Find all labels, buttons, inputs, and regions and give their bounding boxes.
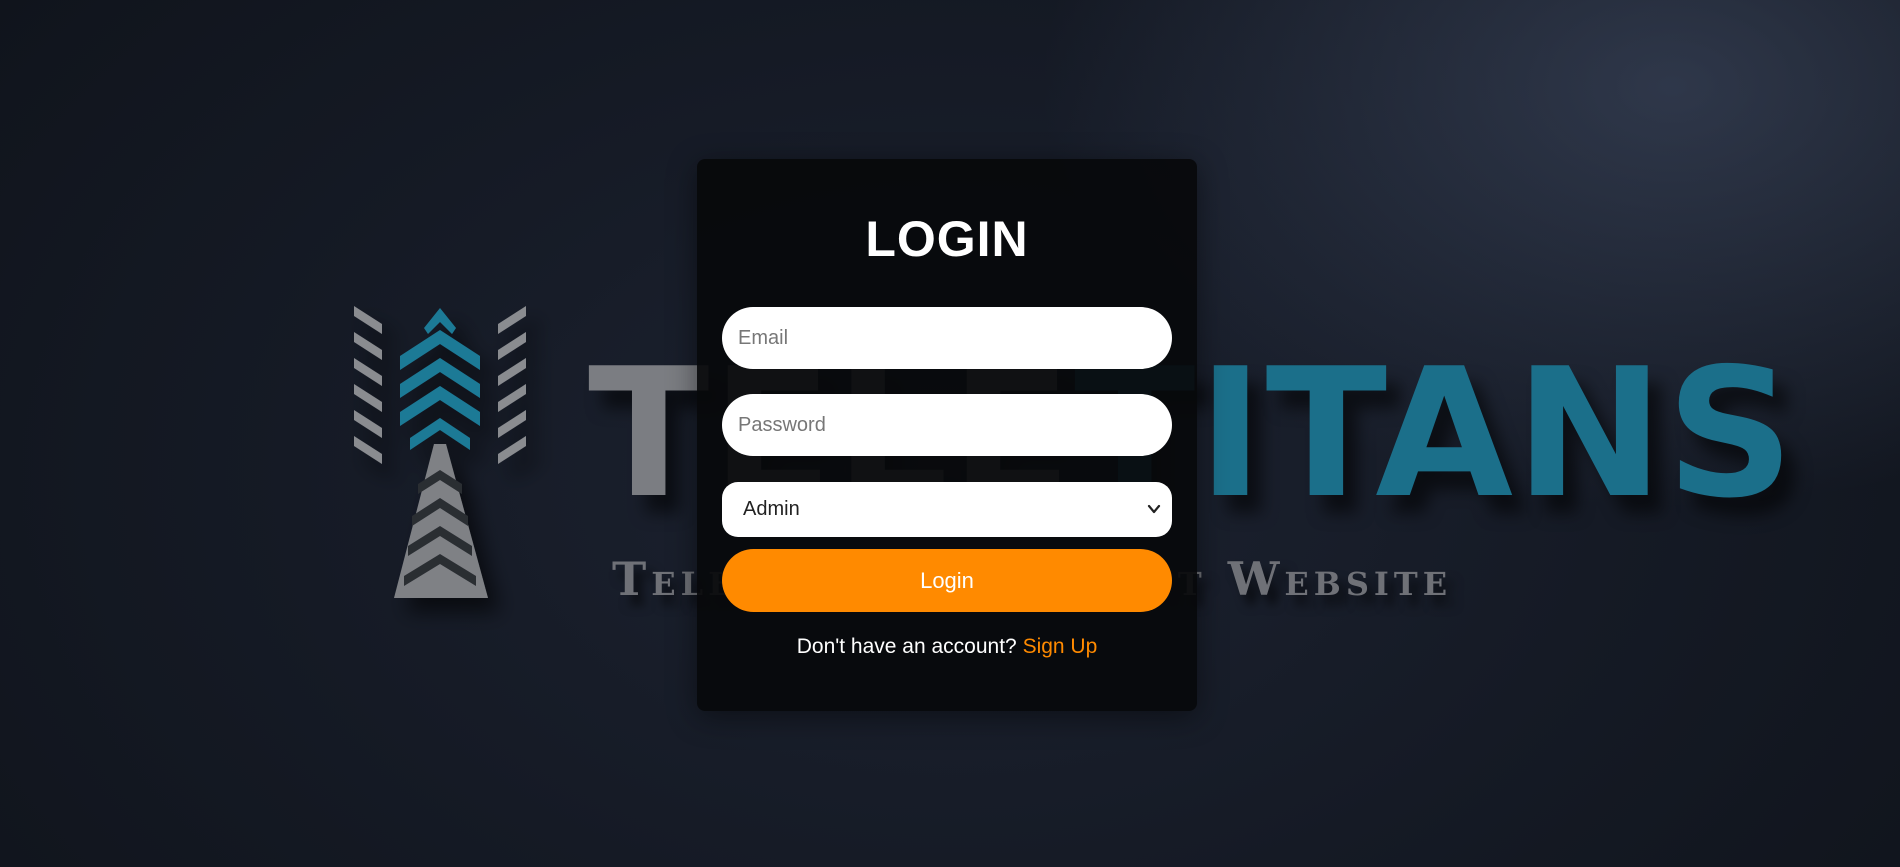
login-button[interactable]: Login (722, 549, 1172, 612)
signup-link[interactable]: Sign Up (1023, 635, 1098, 658)
email-field[interactable] (722, 307, 1172, 369)
login-card: LOGIN Admin Login Don't have an account?… (697, 159, 1197, 711)
chevron-down-icon (1147, 504, 1161, 514)
signup-prompt-line: Don't have an account? Sign Up (697, 634, 1197, 660)
role-select-value: Admin (743, 498, 800, 520)
role-select[interactable]: Admin (722, 482, 1172, 537)
login-title: LOGIN (865, 211, 1029, 267)
signup-prompt-text: Don't have an account? (796, 635, 1017, 658)
password-field[interactable] (722, 394, 1172, 456)
